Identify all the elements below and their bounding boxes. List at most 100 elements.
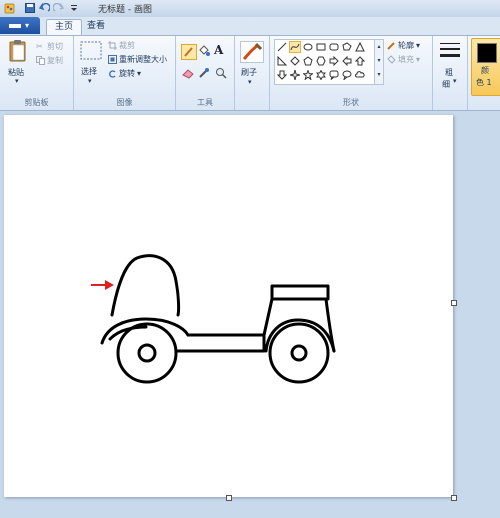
rotate-button[interactable]: 旋转 ▾ [108, 68, 141, 79]
customize-qat-icon[interactable] [68, 2, 80, 14]
up-arrow-icon [354, 55, 365, 65]
left-arrow-shape[interactable] [341, 55, 352, 66]
color1-button[interactable]: 颜 色 1 [471, 38, 500, 96]
expand-gallery-icon[interactable]: ▾ [375, 68, 383, 82]
tools-group: A 工具 [176, 36, 235, 110]
pentagon-shape[interactable] [302, 55, 313, 66]
paste-icon [9, 40, 26, 62]
ribbon-tab-bar: ▾ 主页 查看 [0, 17, 500, 36]
copy-icon [36, 56, 45, 65]
scroll-up-icon[interactable]: ▴ [375, 40, 383, 54]
color1-label-1: 颜 [481, 66, 489, 75]
six-point-star-icon [315, 69, 326, 80]
magnifier-icon [216, 68, 227, 79]
oval-icon [303, 43, 312, 50]
paste-button[interactable]: 粘贴 ▾ [6, 39, 30, 85]
rounded-rectangle-shape[interactable] [328, 41, 339, 52]
rounded-callout-icon [329, 70, 338, 80]
rectangle-icon [316, 43, 325, 50]
pentagon-icon [302, 55, 313, 65]
rounded-callout-shape[interactable] [328, 69, 339, 80]
hexagon-shape[interactable] [315, 55, 326, 66]
scroll-down-icon[interactable]: ▾ [375, 54, 383, 68]
oval-callout-shape[interactable] [341, 69, 352, 80]
car-chassis [176, 333, 266, 353]
canvas-area[interactable] [0, 111, 500, 518]
curve-shape[interactable] [289, 41, 301, 53]
polygon-shape[interactable] [341, 41, 352, 52]
cloud-callout-icon [354, 70, 365, 77]
right-triangle-shape[interactable] [276, 55, 287, 66]
fill-label: 填充 [398, 55, 414, 64]
left-arrow-icon [341, 55, 351, 66]
shapes-gallery [274, 39, 376, 85]
brushes-button[interactable]: 刷子 ▾ [238, 39, 266, 89]
five-point-star-shape[interactable] [302, 69, 313, 80]
rectangle-shape[interactable] [315, 41, 326, 52]
diamond-shape[interactable] [289, 55, 300, 66]
resize-label: 重新调整大小 [119, 55, 167, 64]
chevron-down-icon: ▾ [453, 77, 457, 85]
right-arrow-shape[interactable] [328, 55, 339, 66]
oval-callout-icon [342, 70, 351, 80]
five-point-star-icon [302, 69, 313, 80]
window-title: 无标题 - 画图 [98, 5, 152, 15]
paint-app-icon[interactable] [3, 2, 15, 14]
four-point-star-shape[interactable] [289, 69, 300, 80]
title-bar: 无标题 - 画图 [0, 0, 500, 18]
file-menu-button[interactable]: ▾ [0, 17, 40, 34]
resize-handle-corner[interactable] [451, 495, 457, 501]
select-icon [80, 41, 102, 60]
right-triangle-icon [277, 55, 287, 65]
six-point-star-shape[interactable] [315, 69, 326, 80]
oval-shape[interactable] [302, 41, 313, 52]
copy-button[interactable]: 复制 [36, 55, 63, 66]
eraser-icon [182, 69, 194, 79]
resize-handle-bottom[interactable] [226, 495, 232, 501]
crop-label: 裁剪 [119, 41, 135, 50]
eraser-tool[interactable] [181, 66, 195, 80]
tab-home[interactable]: 主页 [46, 19, 83, 35]
triangle-shape[interactable] [354, 41, 365, 52]
hexagon-icon [315, 56, 326, 65]
resize-handle-right[interactable] [451, 300, 457, 306]
shapes-scrollbar[interactable]: ▴ ▾ ▾ [374, 39, 384, 85]
line-width-icon [440, 43, 460, 57]
chevron-down-icon: ▾ [88, 77, 92, 85]
drawing-canvas[interactable] [4, 115, 453, 497]
magnifier-tool[interactable] [214, 66, 228, 80]
save-icon[interactable] [24, 2, 36, 14]
line-shape[interactable] [276, 41, 287, 52]
fill-tool[interactable] [197, 44, 211, 58]
pencil-tool[interactable] [181, 44, 197, 60]
color-picker-tool[interactable] [197, 66, 211, 80]
redo-icon[interactable] [52, 2, 64, 14]
text-tool[interactable]: A [214, 43, 228, 57]
front-wheel-hub [137, 343, 157, 363]
size-button[interactable]: 粗 细 ▾ [436, 39, 464, 105]
car-top-box [270, 284, 330, 301]
brushes-group: 刷子 ▾ [235, 36, 270, 110]
four-point-star-icon [289, 69, 300, 80]
chevron-down-icon: ▾ [416, 55, 421, 64]
outline-icon [387, 41, 396, 50]
size-group: 粗 细 ▾ [433, 36, 468, 110]
select-label: 选择 [81, 67, 97, 76]
rounded-rectangle-icon [329, 43, 338, 50]
down-arrow-shape[interactable] [276, 69, 287, 80]
crop-button[interactable]: 裁剪 [108, 40, 135, 51]
cloud-callout-shape[interactable] [354, 69, 365, 80]
rear-wheel [268, 322, 330, 384]
ribbon: 粘贴 ▾ ✂ 剪切 复制 剪贴板 选择 ▾ 裁剪 重新调整大小 旋转 ▾ 图像 … [0, 36, 500, 111]
resize-button[interactable]: 重新调整大小 [108, 54, 167, 65]
triangle-icon [354, 41, 365, 51]
cut-button[interactable]: ✂ 剪切 [36, 41, 63, 52]
shapes-group-label: 形状 [343, 98, 359, 107]
select-button[interactable]: 选择 ▾ [78, 39, 104, 87]
fill-button[interactable]: 填充 ▾ [387, 54, 420, 65]
up-arrow-shape[interactable] [354, 55, 365, 66]
tab-view[interactable]: 查看 [79, 19, 113, 34]
undo-icon[interactable] [38, 2, 50, 14]
outline-button[interactable]: 轮廓 ▾ [387, 40, 420, 51]
polygon-icon [341, 41, 352, 50]
